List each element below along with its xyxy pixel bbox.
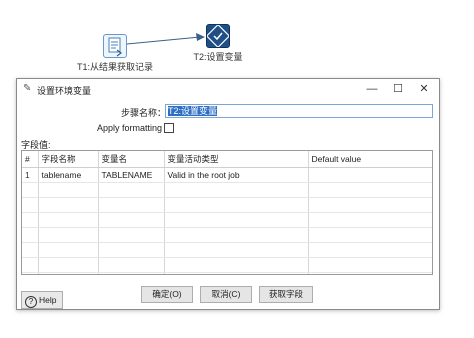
step-name-value: T2:设置变量 bbox=[168, 106, 218, 116]
table-row[interactable]: 1 tablename TABLENAME Valid in the root … bbox=[22, 167, 432, 183]
table-row[interactable] bbox=[22, 227, 432, 243]
column-header-variable-name[interactable]: 变量名 bbox=[98, 151, 165, 168]
apply-formatting-label: Apply formatting bbox=[97, 123, 163, 133]
step-name-input[interactable]: T2:设置变量 bbox=[165, 104, 433, 118]
column-header-variable-scope[interactable]: 变量活动类型 bbox=[164, 151, 309, 168]
row-number: 1 bbox=[22, 167, 39, 183]
step2-label: T2:设置变量 bbox=[193, 52, 243, 62]
column-header-default-value[interactable]: Default value bbox=[308, 151, 432, 168]
step-get-rows-from-result[interactable]: T1:从结果获取记录 bbox=[70, 34, 160, 73]
table-row[interactable] bbox=[22, 257, 432, 273]
default-value-cell[interactable] bbox=[308, 167, 432, 183]
table-row[interactable] bbox=[22, 272, 432, 274]
set-variables-icon bbox=[205, 23, 231, 49]
ok-button[interactable]: 确定(O) bbox=[141, 286, 193, 303]
field-name-cell[interactable]: tablename bbox=[38, 167, 99, 183]
step1-label: T1:从结果获取记录 bbox=[76, 62, 153, 72]
minimize-button[interactable]: — bbox=[359, 80, 385, 98]
cancel-button[interactable]: 取消(C) bbox=[200, 286, 252, 303]
apply-formatting-checkbox[interactable] bbox=[164, 123, 174, 133]
set-variables-dialog: ✎ 设置环境变量 — ☐ ✕ 步骤名称： T2:设置变量 Apply forma… bbox=[16, 78, 440, 310]
transformation-canvas[interactable]: T1:从结果获取记录 T2:设置变量 bbox=[0, 0, 474, 80]
column-header-number[interactable]: # bbox=[22, 151, 39, 168]
column-header-field-name[interactable]: 字段名称 bbox=[38, 151, 99, 168]
help-button[interactable]: ? Help bbox=[21, 291, 63, 309]
help-icon: ? bbox=[25, 296, 37, 308]
maximize-button[interactable]: ☐ bbox=[385, 80, 411, 98]
table-header-row: # 字段名称 变量名 变量活动类型 Default value bbox=[22, 151, 432, 168]
help-label: Help bbox=[39, 295, 57, 305]
table-row[interactable] bbox=[22, 197, 432, 213]
step-set-variables[interactable]: T2:设置变量 bbox=[186, 23, 250, 63]
get-rows-from-result-icon bbox=[103, 34, 127, 58]
variables-icon: ✎ bbox=[23, 83, 32, 94]
variable-scope-cell[interactable]: Valid in the root job bbox=[164, 167, 309, 183]
table-row[interactable] bbox=[22, 242, 432, 258]
variable-name-cell[interactable]: TABLENAME bbox=[98, 167, 165, 183]
get-fields-button[interactable]: 获取字段 bbox=[259, 286, 313, 303]
close-button[interactable]: ✕ bbox=[411, 80, 437, 98]
table-row[interactable] bbox=[22, 182, 432, 198]
dialog-titlebar[interactable]: ✎ 设置环境变量 — ☐ ✕ bbox=[17, 79, 439, 99]
table-row[interactable] bbox=[22, 212, 432, 228]
fields-table[interactable]: # 字段名称 变量名 变量活动类型 Default value 1 tablen… bbox=[21, 150, 433, 275]
step-name-label: 步骤名称： bbox=[121, 108, 167, 118]
dialog-title: 设置环境变量 bbox=[37, 86, 92, 96]
